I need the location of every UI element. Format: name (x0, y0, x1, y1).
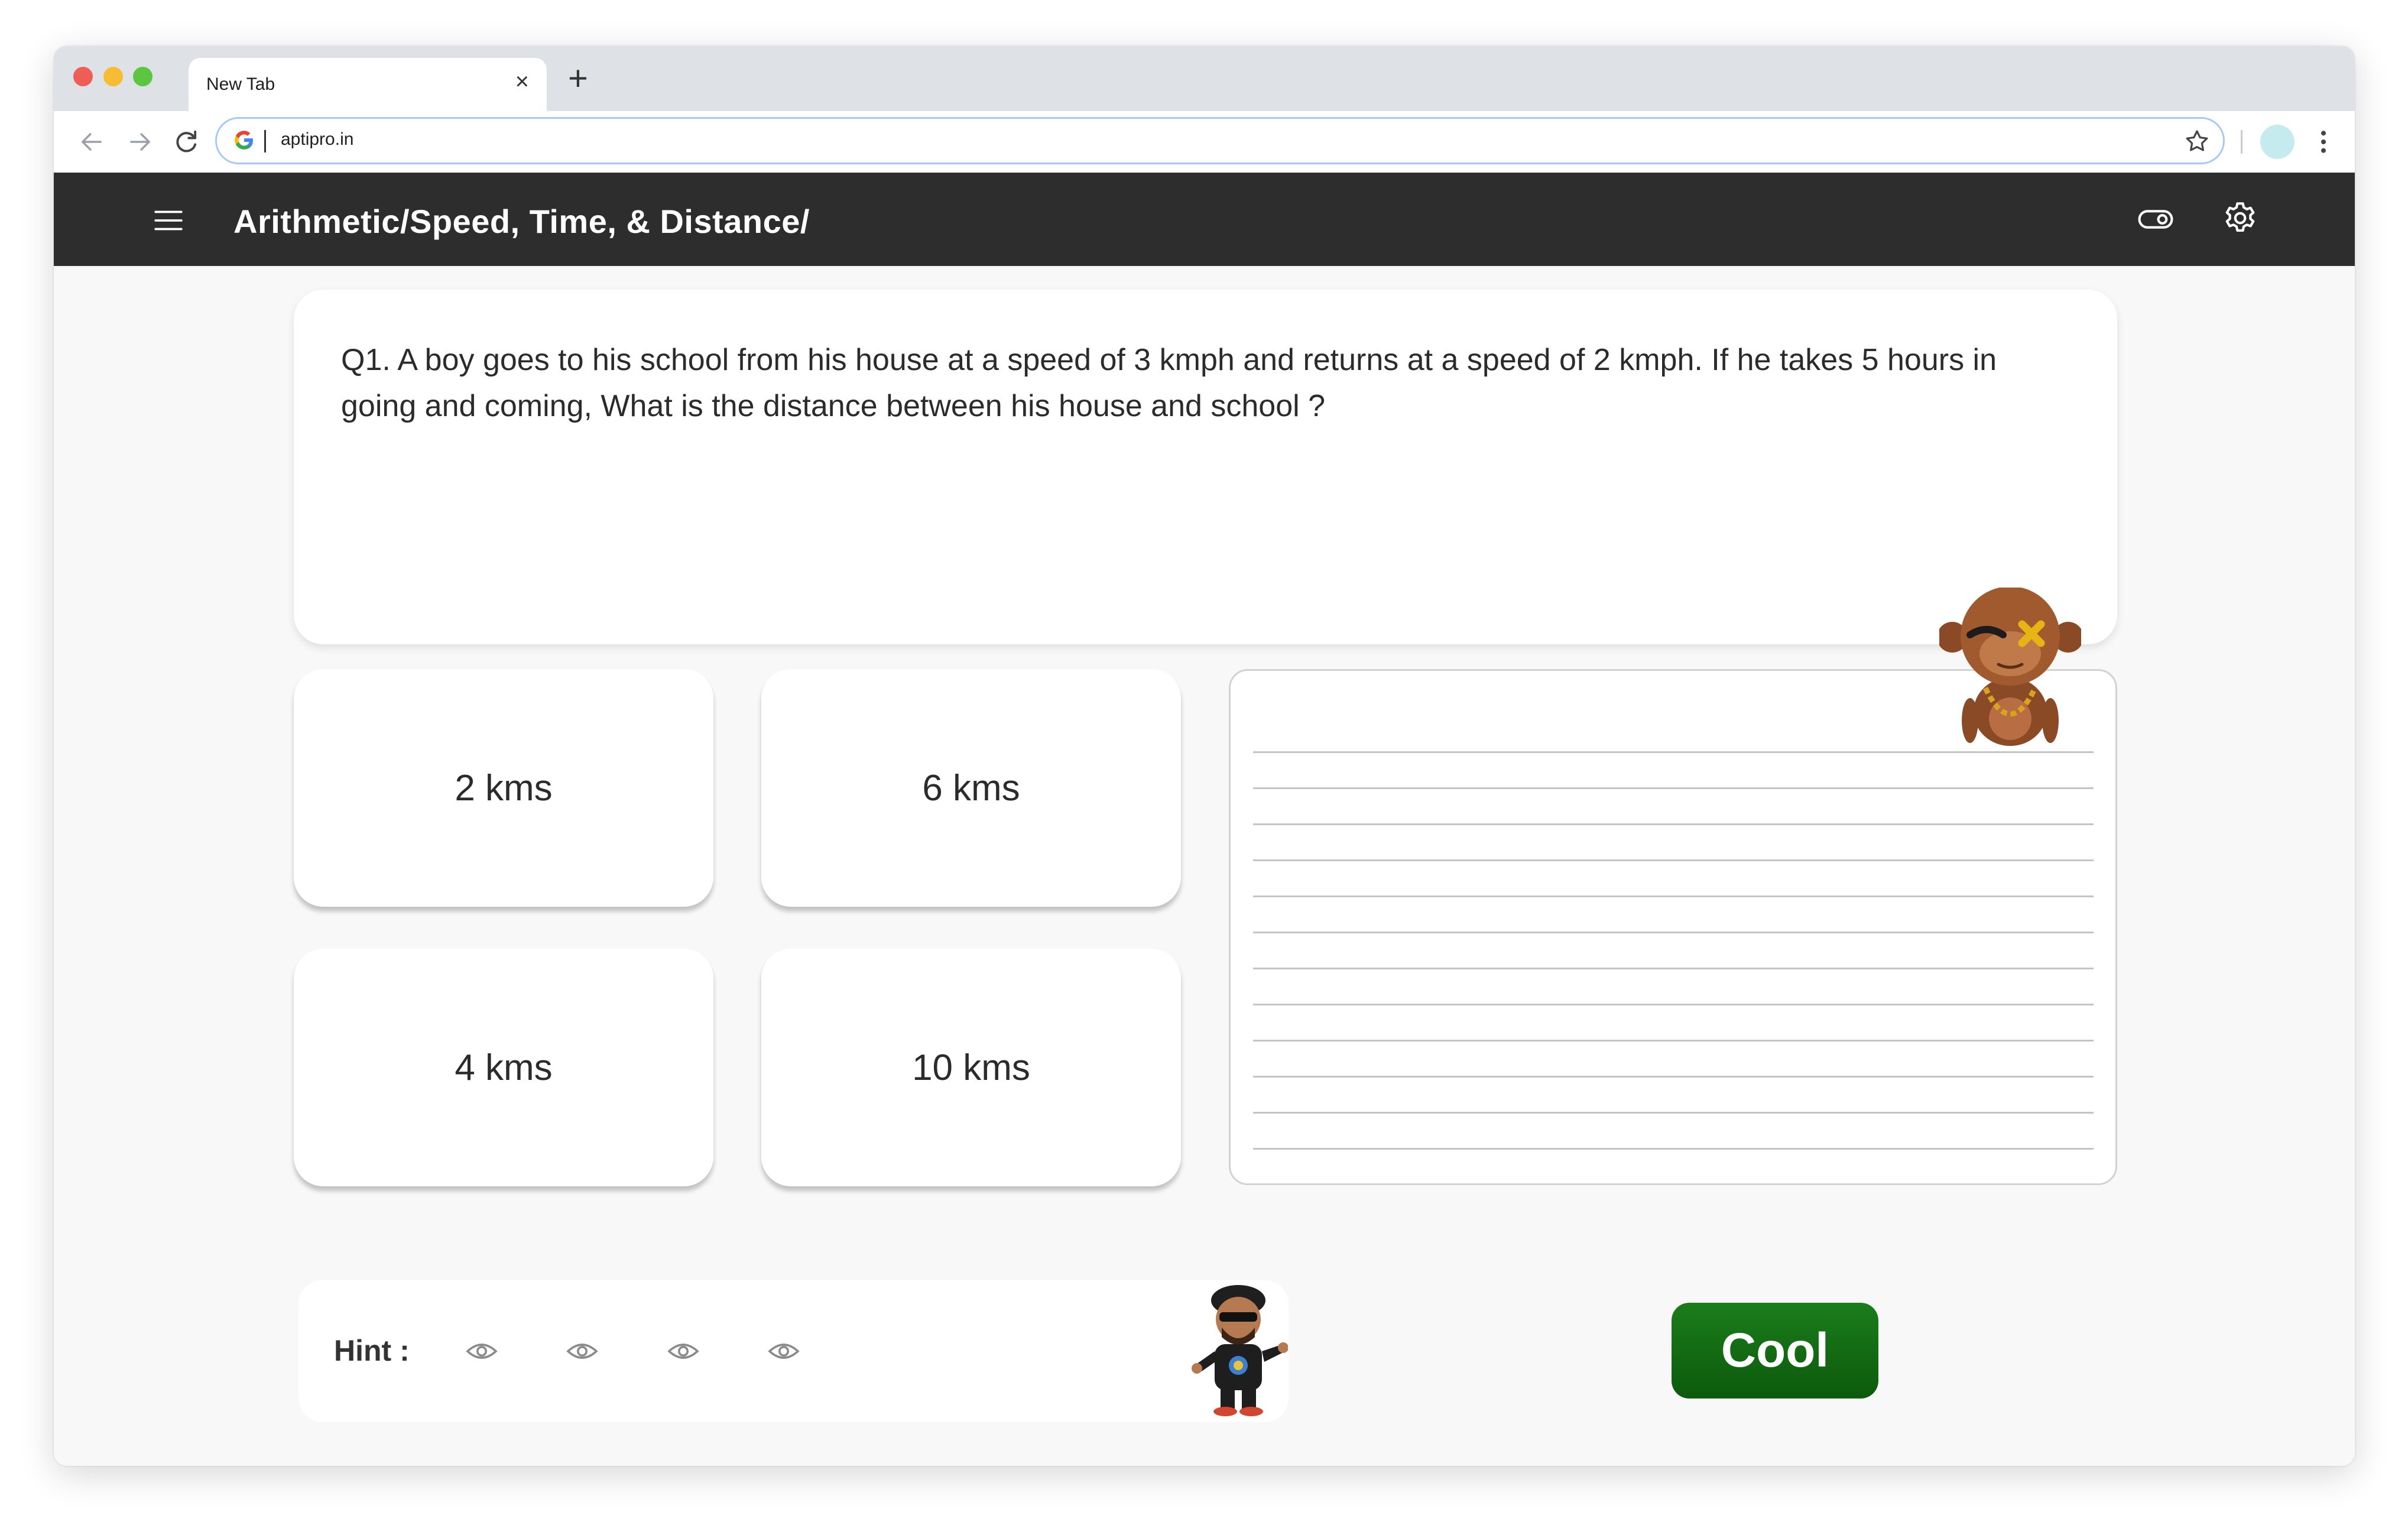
scratch-line (1253, 968, 2094, 969)
hint-bar: Hint : (298, 1280, 1289, 1422)
rapper-character-illustration (1192, 1285, 1288, 1416)
forward-arrow-icon[interactable] (125, 126, 155, 157)
scratch-line (1253, 932, 2094, 933)
reload-icon[interactable] (171, 126, 202, 157)
monkey-mascot-illustration (1939, 588, 2081, 746)
toolbar-divider (2241, 130, 2243, 154)
gear-icon[interactable] (2221, 199, 2260, 238)
scratch-line (1253, 751, 2094, 753)
scratch-line (1253, 823, 2094, 825)
url-text[interactable]: aptipro.in (281, 129, 353, 150)
google-icon (235, 131, 253, 150)
breadcrumb: Arithmetic/Speed, Time, & Distance/ (233, 203, 810, 240)
tab-title: New Tab (206, 74, 275, 94)
scratch-line (1253, 1040, 2094, 1041)
question-card: Q1. A boy goes to his school from his ho… (294, 290, 2117, 644)
minimize-window-button[interactable] (103, 67, 123, 86)
hamburger-menu-icon[interactable] (151, 203, 186, 238)
option-d[interactable]: 10 kms (761, 949, 1181, 1186)
hint-3-eye-icon[interactable] (667, 1337, 700, 1365)
browser-window: New Tab × + aptipro.in Arithmetic/Speed,… (54, 46, 2355, 1466)
browser-toolbar: aptipro.in (54, 111, 2355, 173)
option-b[interactable]: 6 kms (761, 669, 1181, 907)
new-tab-button[interactable]: + (568, 61, 588, 96)
scratch-line (1253, 1076, 2094, 1078)
close-window-button[interactable] (73, 67, 93, 86)
scratch-line (1253, 859, 2094, 861)
hint-4-eye-icon[interactable] (767, 1337, 800, 1365)
maximize-window-button[interactable] (133, 67, 152, 86)
address-bar[interactable]: aptipro.in (215, 117, 2225, 164)
question-text: Q1. A boy goes to his school from his ho… (341, 343, 1997, 423)
bookmark-star-icon[interactable] (2183, 127, 2211, 155)
cool-submit-button[interactable]: Cool (1672, 1303, 1878, 1399)
tab-strip: New Tab × + (54, 46, 2355, 112)
back-arrow-icon[interactable] (76, 126, 107, 157)
more-menu-icon[interactable] (2318, 129, 2329, 155)
text-cursor (264, 130, 266, 152)
scratch-line (1253, 895, 2094, 897)
hint-1-eye-icon[interactable] (465, 1337, 498, 1365)
scratch-line (1253, 1004, 2094, 1005)
hint-label: Hint : (334, 1334, 410, 1367)
option-c[interactable]: 4 kms (294, 949, 713, 1186)
hint-2-eye-icon[interactable] (566, 1337, 599, 1365)
scratch-line (1253, 787, 2094, 789)
option-a[interactable]: 2 kms (294, 669, 713, 907)
scratch-line (1253, 1112, 2094, 1114)
tab-close-icon[interactable]: × (515, 70, 529, 93)
scratch-line (1253, 1148, 2094, 1150)
app-header: Arithmetic/Speed, Time, & Distance/ (54, 173, 2355, 266)
profile-avatar[interactable] (2260, 125, 2295, 159)
browser-tab[interactable]: New Tab × (189, 58, 547, 112)
theme-toggle-icon[interactable] (2137, 202, 2175, 236)
